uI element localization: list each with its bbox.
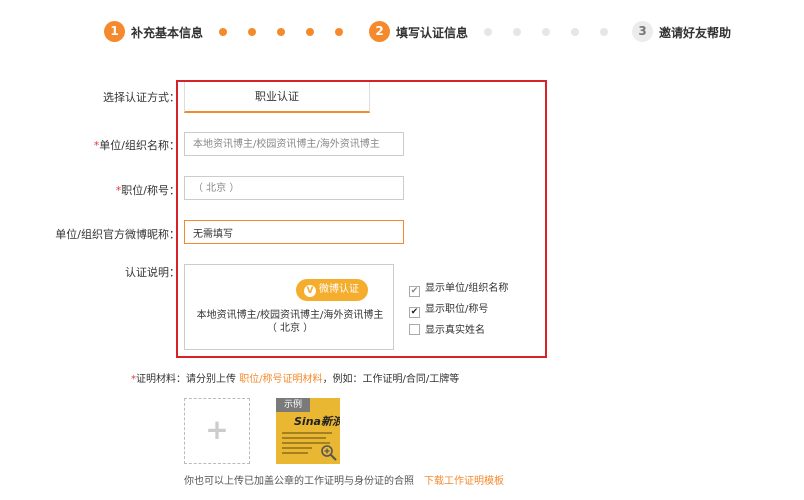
- desc-text: 本地资讯博主/校园资讯博主/海外资讯博主 （ 北京 ）: [196, 310, 384, 334]
- checkbox-checked-icon[interactable]: ✔: [409, 307, 420, 318]
- option-show-position[interactable]: ✔ 显示职位/称号: [409, 300, 488, 318]
- step-2-number: 2: [369, 21, 390, 42]
- sample-text-line: [282, 432, 332, 434]
- step-dot: [248, 28, 256, 36]
- step-3-label: 邀请好友帮助: [659, 26, 732, 40]
- proof-materials-link[interactable]: 职位/称号证明材料: [239, 374, 322, 385]
- weibo-verify-badge: V 微博认证: [296, 279, 368, 301]
- sample-tag: 示例: [276, 398, 310, 412]
- desc-label: 认证说明：: [125, 266, 180, 279]
- sample-text-line: [282, 437, 326, 439]
- zoom-icon[interactable]: [320, 444, 338, 462]
- step-dot: [306, 28, 314, 36]
- step-dot: [335, 28, 343, 36]
- step-dot: [513, 28, 521, 36]
- plus-icon: +: [205, 413, 229, 446]
- step-dot: [600, 28, 608, 36]
- proof-instructions: *证明材料：请分别上传 职位/称号证明材料，例如：工作证明/合同/工牌等: [131, 374, 460, 385]
- checkbox-checked-icon[interactable]: ✔: [409, 286, 420, 297]
- step-dot: [219, 28, 227, 36]
- step-2-label: 填写认证信息: [396, 26, 469, 40]
- checkbox-empty-icon[interactable]: [409, 324, 420, 335]
- position-label: *职位/称号：: [115, 184, 180, 197]
- sample-text-line: [282, 447, 312, 449]
- download-template-link[interactable]: 下载工作证明模板: [424, 476, 504, 487]
- desc-preview-box: V 微博认证 本地资讯博主/校园资讯博主/海外资讯博主 （ 北京 ）: [184, 264, 394, 350]
- weibo-nick-input[interactable]: [184, 220, 404, 244]
- step-dot: [484, 28, 492, 36]
- org-name-label: *单位/组织名称：: [93, 139, 180, 152]
- weibo-nick-label: 单位/组织官方微博昵称：: [55, 228, 180, 241]
- sample-text-line: [282, 452, 308, 454]
- auth-method-label: 选择认证方式：: [103, 91, 180, 104]
- step-3-number: 3: [632, 21, 653, 42]
- step-dot: [542, 28, 550, 36]
- tab-career-auth[interactable]: 职业认证: [184, 82, 370, 113]
- step-dot: [277, 28, 285, 36]
- option-show-org[interactable]: ✔ 显示单位/组织名称: [409, 279, 508, 297]
- sina-logo: Sina新浪: [294, 415, 340, 428]
- position-input[interactable]: [184, 176, 404, 200]
- step-1-label: 补充基本信息: [131, 26, 204, 40]
- step-1-number: 1: [104, 21, 125, 42]
- weibo-v-icon: V: [304, 285, 316, 297]
- option-show-realname[interactable]: 显示真实姓名: [409, 321, 485, 336]
- sample-image[interactable]: 示例 Sina新浪: [276, 398, 340, 464]
- upload-button[interactable]: +: [184, 398, 250, 464]
- bottom-note: 你也可以上传已加盖公章的工作证明与身份证的合照 下载工作证明模板: [184, 476, 504, 487]
- step-dot: [571, 28, 579, 36]
- org-name-input[interactable]: [184, 132, 404, 156]
